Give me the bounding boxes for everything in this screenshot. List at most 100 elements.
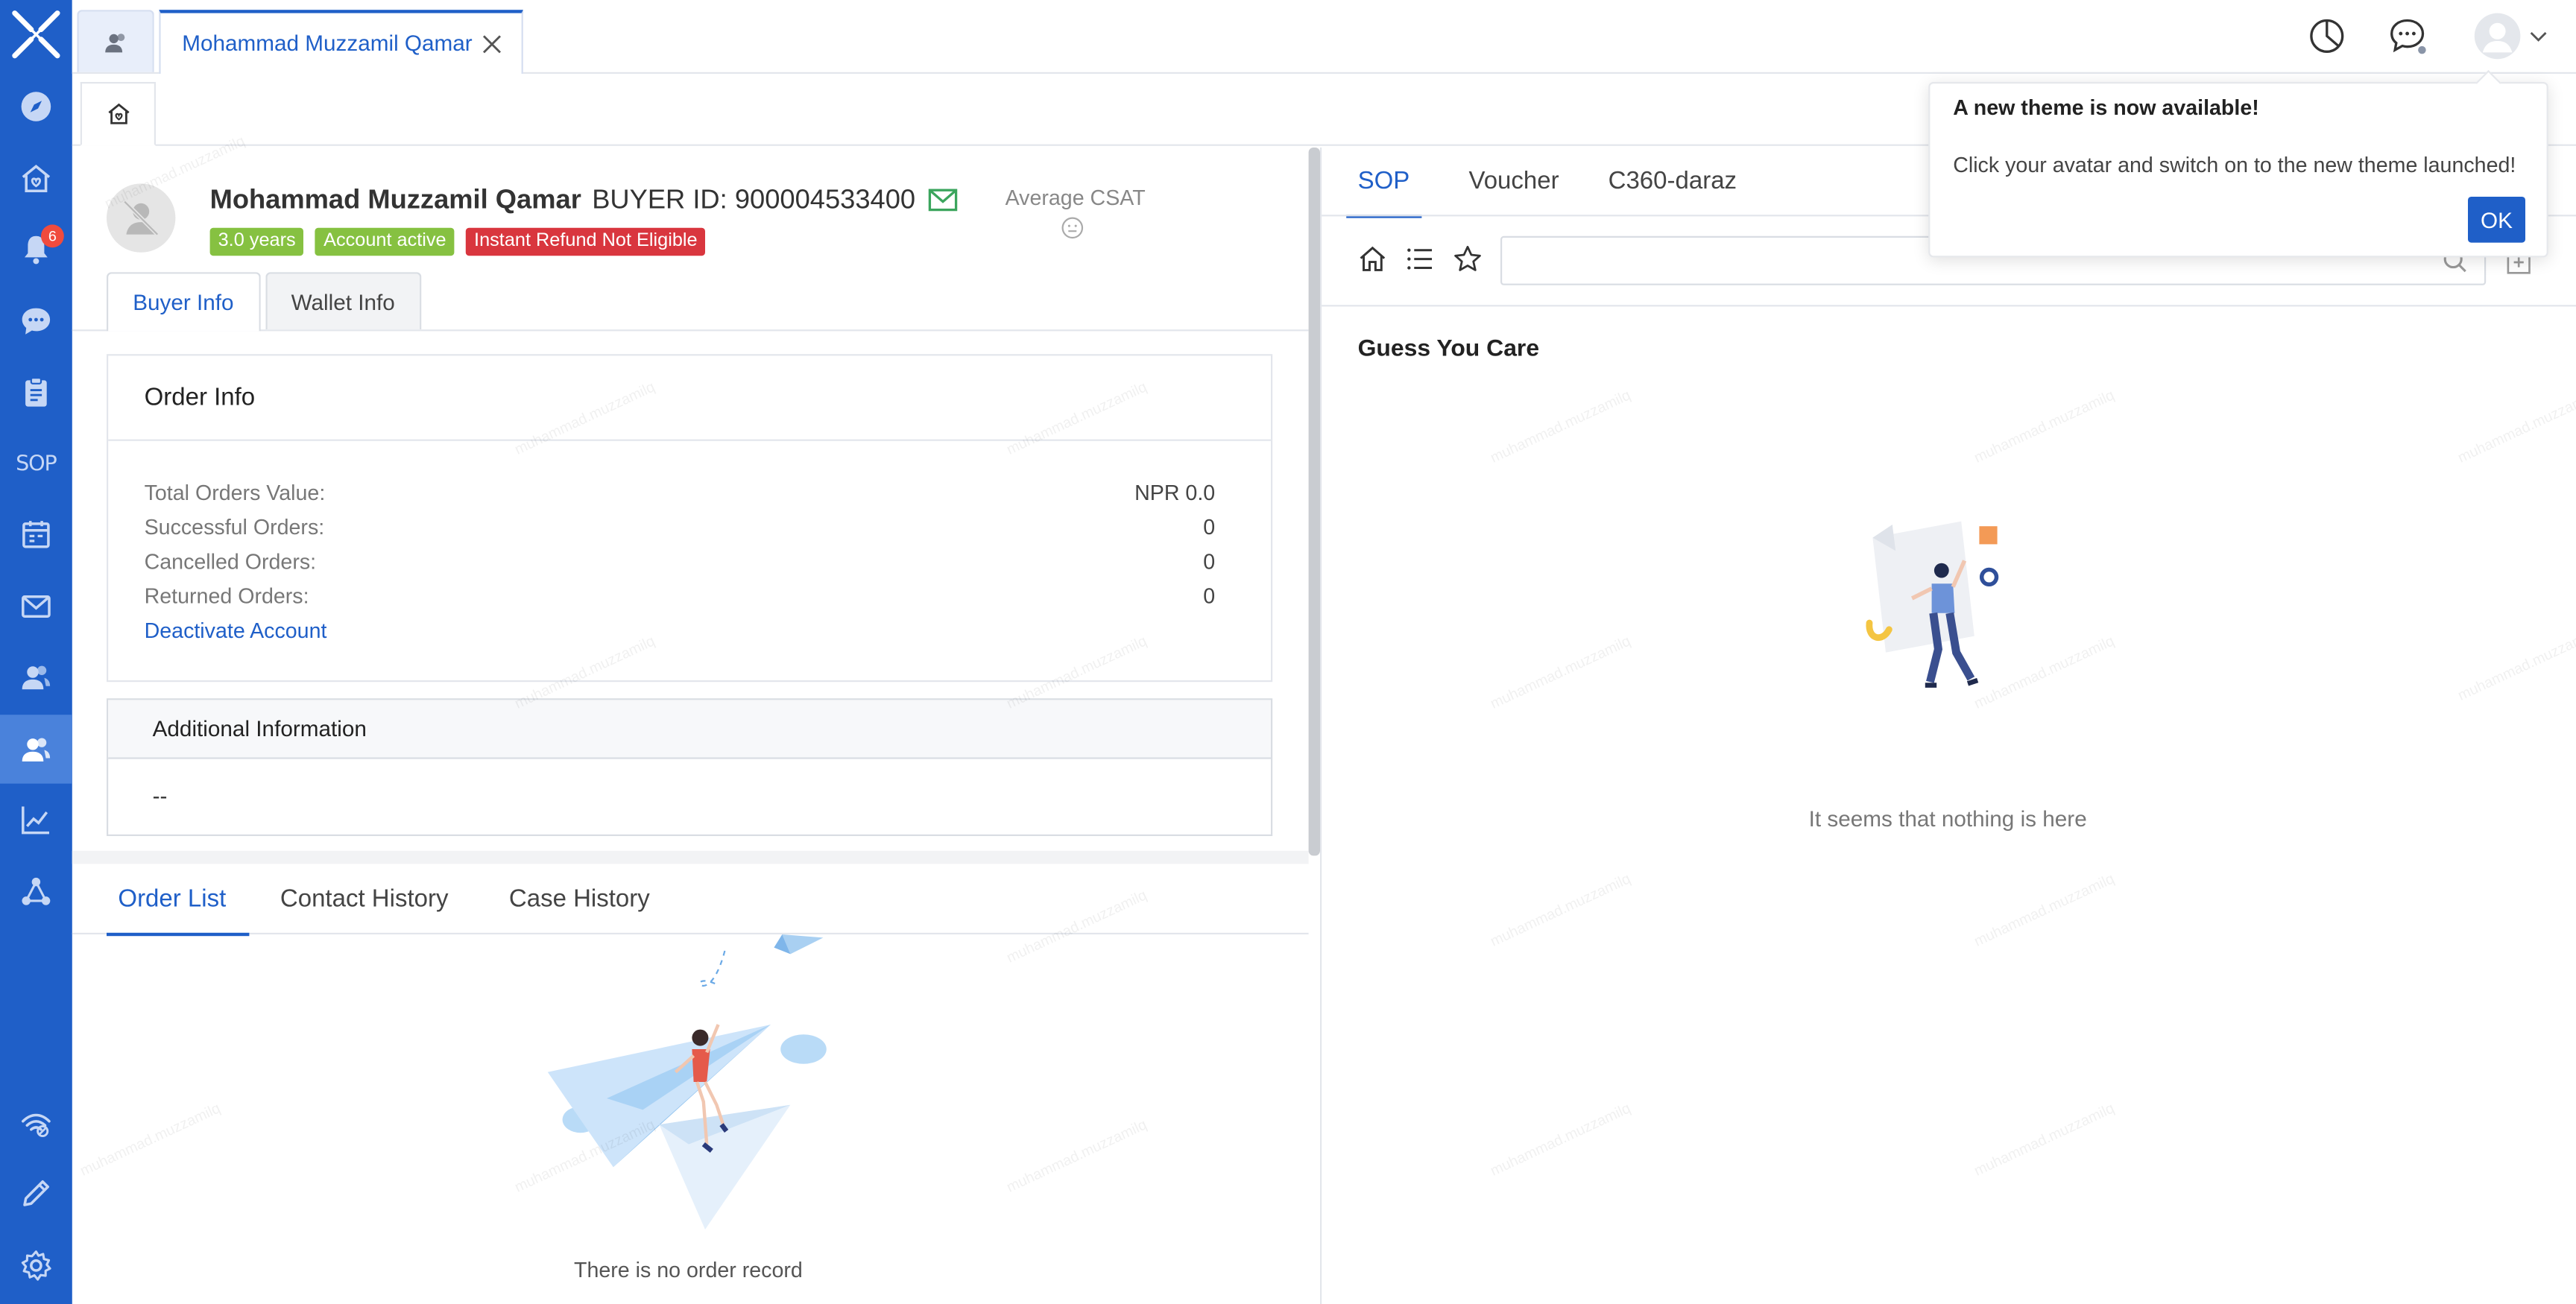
signal-icon (22, 1113, 51, 1138)
empty-state-message: It seems that nothing is here (1808, 806, 2087, 832)
row-value: 0 (1203, 549, 1216, 574)
close-icon[interactable] (482, 34, 502, 53)
clipboard-icon (25, 377, 47, 407)
tab-wallet-info[interactable]: Wallet Info (265, 272, 422, 330)
sidebar-item-signal[interactable] (0, 1089, 72, 1157)
tab-customer-profile[interactable]: Mohammad Muzzamil Qamar (159, 10, 523, 75)
left-panel-scrollbar[interactable] (1308, 148, 1320, 856)
top-tab-bar: Mohammad Muzzamil Qamar (72, 0, 2576, 75)
order-row-successful: Successful Orders: 0 (145, 515, 1216, 539)
watermark: muhammad.muzzamilq (1487, 1099, 1633, 1180)
divider (1322, 305, 2576, 307)
app-logo-icon[interactable] (10, 8, 62, 60)
row-value: NPR 0.0 (1134, 480, 1216, 505)
sidebar-item-sop[interactable]: SOP (0, 429, 72, 498)
sidebar-item-users[interactable] (0, 642, 72, 711)
network-icon (22, 877, 51, 905)
additional-info-value: -- (152, 783, 168, 808)
order-row-cancelled: Cancelled Orders: 0 (145, 549, 1216, 574)
pencil-icon (23, 1180, 50, 1206)
sidebar-item-home[interactable] (0, 145, 72, 213)
refund-eligibility-badge: Instant Refund Not Eligible (466, 227, 706, 256)
user-disabled-icon (123, 200, 160, 236)
deactivate-account-link[interactable]: Deactivate Account (145, 618, 327, 642)
additional-info-title: Additional Information (108, 700, 1272, 759)
sidebar-item-settings[interactable] (0, 1231, 72, 1300)
empty-state-illustration (1863, 521, 2004, 699)
row-value: 0 (1203, 514, 1216, 539)
popover-message: Click your avatar and switch on to the n… (1953, 152, 2516, 177)
sidebar-item-edit[interactable] (0, 1159, 72, 1227)
neutral-face-icon (1061, 216, 1084, 247)
sidebar-item-notifications[interactable]: 6 (0, 215, 72, 283)
users-icon (22, 665, 51, 690)
no-order-message: There is no order record (574, 1257, 803, 1282)
sidebar-item-customers[interactable] (0, 715, 72, 784)
watermark: muhammad.muzzamilq (1971, 386, 2117, 466)
watermark: muhammad.muzzamilq (1487, 870, 1633, 950)
tenure-badge: 3.0 years (209, 227, 304, 256)
tab-order-list[interactable]: Order List (107, 869, 249, 937)
ok-button[interactable]: OK (2468, 197, 2525, 243)
tab-customer-list[interactable] (77, 10, 154, 72)
notification-badge: 6 (41, 224, 64, 248)
sidebar-item-mail[interactable] (0, 572, 72, 641)
home-icon[interactable] (1358, 244, 1388, 274)
sidebar-item-calendar[interactable] (0, 500, 72, 569)
sop-toolbar (1358, 244, 1483, 274)
users-icon (104, 33, 124, 52)
tab-c360-daraz[interactable]: C360-daraz (1606, 151, 1738, 216)
mail-icon[interactable] (928, 187, 958, 221)
home-heart-icon (22, 165, 51, 193)
user-avatar-menu[interactable] (2471, 13, 2550, 60)
message-icon (2390, 19, 2426, 54)
home-tab[interactable] (80, 82, 156, 146)
avatar-icon (2474, 13, 2521, 60)
row-label: Successful Orders: (144, 514, 325, 539)
empty-orders-illustration (544, 934, 839, 1236)
sidebar-item-analytics[interactable] (0, 785, 72, 854)
chevron-down-icon (2530, 31, 2547, 42)
order-row-total-value: Total Orders Value: NPR 0.0 (145, 481, 1216, 505)
watermark: muhammad.muzzamilq (1971, 870, 2117, 950)
sidebar-item-compass[interactable] (0, 72, 72, 141)
list-icon[interactable] (1405, 244, 1435, 274)
compass-icon (21, 92, 51, 121)
chat-icon (22, 308, 51, 335)
dashboard-button[interactable] (2305, 15, 2348, 57)
watermark: muhammad.muzzamilq (1487, 632, 1633, 712)
history-tabs: Order List Contact History Case History (107, 869, 710, 937)
customer-name: Mohammad Muzzamil Qamar (209, 185, 581, 215)
popover-title: A new theme is now available! (1953, 95, 2259, 120)
panel-divider (1320, 148, 1322, 1304)
watermark: muhammad.muzzamilq (1003, 1115, 1149, 1196)
watermark: muhammad.muzzamilq (1003, 886, 1149, 966)
additional-info-card: Additional Information -- (107, 698, 1273, 836)
new-theme-popover: A new theme is now available! Click your… (1928, 82, 2548, 258)
tab-case-history[interactable]: Case History (509, 869, 679, 934)
order-info-title: Order Info (108, 355, 1272, 441)
tab-sop[interactable]: SOP (1346, 151, 1421, 218)
row-label: Cancelled Orders: (144, 549, 317, 574)
sidebar-item-network[interactable] (0, 858, 72, 926)
sidebar-item-tasks[interactable] (0, 358, 72, 426)
watermark: muhammad.muzzamilq (2455, 624, 2576, 704)
sidebar-item-chat[interactable] (0, 287, 72, 355)
guess-you-care-title: Guess You Care (1357, 336, 1540, 363)
customer-avatar (107, 183, 176, 253)
row-label: Total Orders Value: (144, 480, 326, 505)
watermark: muhammad.muzzamilq (2455, 386, 2576, 466)
messages-button[interactable] (2386, 15, 2428, 57)
star-icon[interactable] (1453, 244, 1483, 274)
chart-line-icon (22, 806, 50, 835)
csat-label: Average CSAT (1005, 185, 1146, 210)
order-row-returned: Returned Orders: 0 (145, 583, 1216, 608)
right-panel-tabs: SOP Voucher C360-daraz (1346, 151, 1739, 218)
tab-voucher[interactable]: Voucher (1467, 151, 1561, 216)
tab-label: Mohammad Muzzamil Qamar (182, 31, 473, 56)
customer-tags: 3.0 years Account active Instant Refund … (209, 227, 706, 256)
row-label: Returned Orders: (144, 583, 309, 609)
gear-icon (21, 1250, 51, 1281)
tab-buyer-info[interactable]: Buyer Info (107, 272, 260, 332)
tab-contact-history[interactable]: Contact History (280, 869, 478, 934)
